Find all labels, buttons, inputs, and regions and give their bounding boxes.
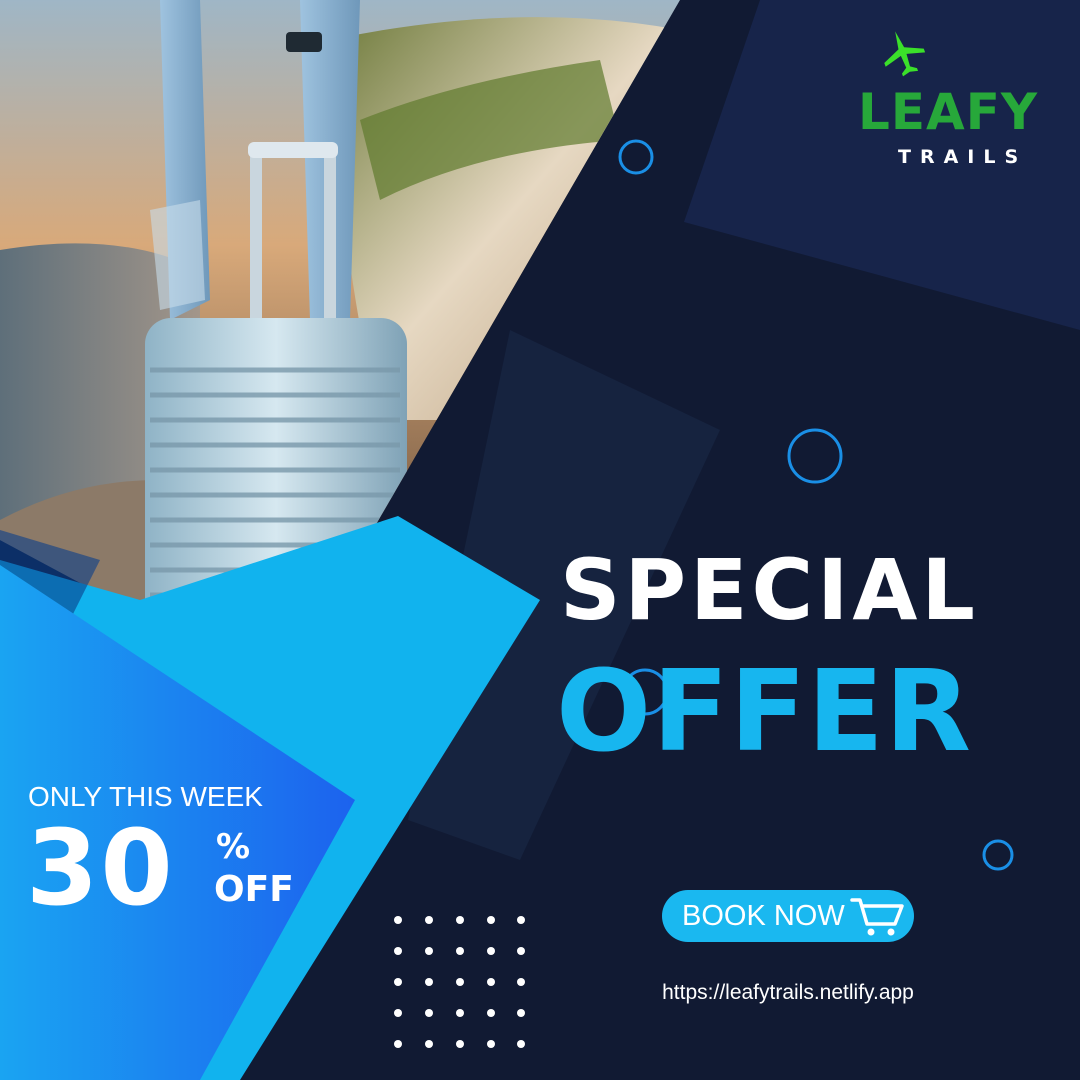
percent-sign: % (216, 827, 251, 867)
plane-icon (884, 31, 926, 77)
book-now-label: BOOK NOW (682, 900, 845, 932)
headline-special: SPECIAL (560, 541, 979, 639)
website-url[interactable]: https://leafytrails.netlify.app (600, 978, 976, 1008)
logo-wordmark: LEAFY (858, 83, 1039, 141)
logo-subtitle: TRAILS (898, 146, 1028, 168)
headline-offer: OFFER (556, 647, 972, 777)
discount-value: 30 (26, 807, 175, 929)
cart-icon (849, 898, 904, 936)
off-label: OFF (214, 869, 294, 910)
promo-poster: LEAFY TRAILS SPECIAL OFFER ONLY THIS WEE… (0, 0, 1080, 1080)
book-now-button[interactable]: BOOK NOW (662, 890, 914, 942)
